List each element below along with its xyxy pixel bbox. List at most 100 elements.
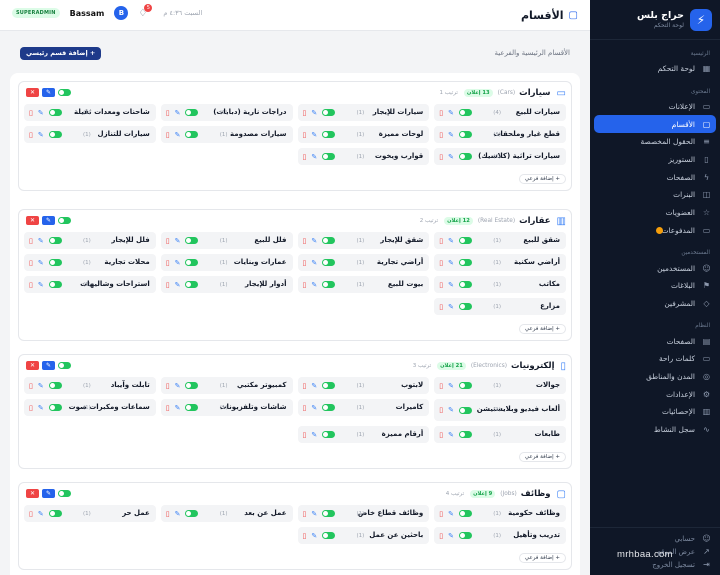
trash-icon[interactable]: ▯ [303,532,307,540]
active-toggle[interactable] [322,404,336,411]
sidebar-item-cities[interactable]: ◎ المدن والمناطق [590,368,720,386]
edit-category-button[interactable]: ✎ [42,361,55,370]
active-toggle[interactable] [185,131,199,138]
active-toggle[interactable] [58,89,71,96]
active-toggle[interactable] [58,217,71,224]
edit-icon[interactable]: ✎ [38,259,44,267]
active-toggle[interactable] [322,109,336,116]
sidebar-item-quick-words[interactable]: ▭ كلمات راحة [590,350,720,368]
subcategory-item[interactable]: استراحات وشاليهات (1) ✎ ▯ [24,276,156,293]
sidebar-item-stories[interactable]: ▯ الستوريز [590,151,720,169]
sidebar-item-custom-fields[interactable]: ≡ الحقول المخصصة [590,133,720,151]
subcategory-item[interactable]: شاشات وتلفزيونات (1) ✎ ▯ [160,399,293,416]
active-toggle[interactable] [322,382,336,389]
edit-icon[interactable]: ✎ [175,259,181,267]
trash-icon[interactable]: ▯ [439,109,443,117]
sidebar-item-reports[interactable]: ⚑ البلاغات [590,277,720,295]
subcategory-item[interactable]: لابتوب (1) ✎ ▯ [297,377,430,394]
subcategory-item[interactable]: طابعات (1) ✎ ▯ [434,426,566,443]
active-toggle[interactable] [322,281,336,288]
trash-icon[interactable]: ▯ [29,404,33,412]
sidebar-item-ads[interactable]: ▭ الإعلانات [590,98,720,116]
subcategory-item[interactable]: لوحات مميزة (1) ✎ ▯ [297,126,430,143]
subcategory-item[interactable]: مكاتب (1) ✎ ▯ [434,276,566,293]
active-toggle[interactable] [48,259,62,266]
edit-icon[interactable]: ✎ [448,510,454,518]
edit-icon[interactable]: ✎ [448,259,454,267]
subcategory-item[interactable]: محلات تجارية (1) ✎ ▯ [24,254,156,271]
trash-icon[interactable]: ▯ [166,131,170,139]
trash-icon[interactable]: ▯ [439,281,443,289]
subcategory-item[interactable]: سيارات للإيجار (1) ✎ ▯ [297,104,430,121]
edit-icon[interactable]: ✎ [38,131,44,139]
active-toggle[interactable] [185,109,199,116]
subcategory-item[interactable]: جوالات (1) ✎ ▯ [434,377,566,394]
trash-icon[interactable]: ▯ [303,382,307,390]
sidebar-item-stats[interactable]: ▥ الإحصائيات [590,403,720,421]
trash-icon[interactable]: ▯ [166,510,170,518]
edit-icon[interactable]: ✎ [38,382,44,390]
delete-category-button[interactable]: ✕ [26,88,39,97]
trash-icon[interactable]: ▯ [29,281,33,289]
trash-icon[interactable]: ▯ [303,259,307,267]
active-toggle[interactable] [458,431,472,438]
sidebar-item-subscriptions[interactable]: ☆ العضويات [590,204,720,222]
active-toggle[interactable] [48,281,62,288]
subcategory-item[interactable]: شقق للبيع (1) ✎ ▯ [434,232,566,249]
active-toggle[interactable] [322,259,336,266]
trash-icon[interactable]: ▯ [303,131,307,139]
add-subcategory-button[interactable]: + إضافة فرعي [518,553,566,563]
trash-icon[interactable]: ▯ [439,406,443,414]
edit-icon[interactable]: ✎ [311,237,317,245]
sidebar-item-dashboard[interactable]: ▦ لوحة التحكم [590,60,720,78]
active-toggle[interactable] [48,237,62,244]
edit-category-button[interactable]: ✎ [42,489,55,498]
subcategory-item[interactable]: سيارات للتنازل (1) ✎ ▯ [24,126,156,143]
active-toggle[interactable] [458,109,472,116]
trash-icon[interactable]: ▯ [303,281,307,289]
active-toggle[interactable] [458,532,472,539]
sidebar-item-pages[interactable]: ▤ الصفحات [590,332,720,350]
edit-icon[interactable]: ✎ [311,281,317,289]
subcategory-item[interactable]: قوارب ويخوت (1) ✎ ▯ [297,148,430,165]
trash-icon[interactable]: ▯ [439,259,443,267]
active-toggle[interactable] [458,406,472,414]
edit-icon[interactable]: ✎ [448,237,454,245]
subcategory-item[interactable]: سماعات ومكبرات صوت (1) ✎ ▯ [24,399,156,416]
add-subcategory-button[interactable]: + إضافة فرعي [518,174,566,184]
edit-icon[interactable]: ✎ [175,510,181,518]
edit-icon[interactable]: ✎ [448,382,454,390]
edit-icon[interactable]: ✎ [311,510,317,518]
active-toggle[interactable] [322,131,336,138]
subcategory-item[interactable]: شقق للإيجار (1) ✎ ▯ [297,232,430,249]
active-toggle[interactable] [185,382,199,389]
edit-icon[interactable]: ✎ [448,431,454,439]
trash-icon[interactable]: ▯ [29,109,33,117]
sidebar-item-settings[interactable]: ⚙ الإعدادات [590,385,720,403]
edit-icon[interactable]: ✎ [448,532,454,540]
edit-icon[interactable]: ✎ [448,109,454,117]
sidebar-item-supervisors[interactable]: ◇ المشرفين [590,295,720,313]
subcategory-item[interactable]: سيارات للبيع (4) ✎ ▯ [434,104,566,121]
active-toggle[interactable] [48,131,62,138]
trash-icon[interactable]: ▯ [166,404,170,412]
active-toggle[interactable] [48,404,62,411]
sidebar-item-users[interactable]: ☺ المستخدمين [590,259,720,277]
edit-icon[interactable]: ✎ [38,404,44,412]
trash-icon[interactable]: ▯ [303,153,307,161]
trash-icon[interactable]: ▯ [29,382,33,390]
subcategory-item[interactable]: وظائف حكومية (1) ✎ ▯ [434,505,566,522]
subcategory-item[interactable]: شاحنات ومعدات ثقيلة (1) ✎ ▯ [24,104,156,121]
subcategory-item[interactable]: وظائف قطاع خاص (1) ✎ ▯ [297,505,430,522]
active-toggle[interactable] [458,510,472,517]
sidebar-item-activity[interactable]: ∿ سجل النشاط [590,421,720,439]
edit-icon[interactable]: ✎ [175,382,181,390]
edit-icon[interactable]: ✎ [38,510,44,518]
active-toggle[interactable] [185,259,199,266]
trash-icon[interactable]: ▯ [439,303,443,311]
edit-category-button[interactable]: ✎ [42,216,55,225]
bell-icon[interactable]: ♢ 5 [138,3,153,19]
edit-icon[interactable]: ✎ [175,109,181,117]
active-toggle[interactable] [185,237,199,244]
active-toggle[interactable] [185,404,199,411]
